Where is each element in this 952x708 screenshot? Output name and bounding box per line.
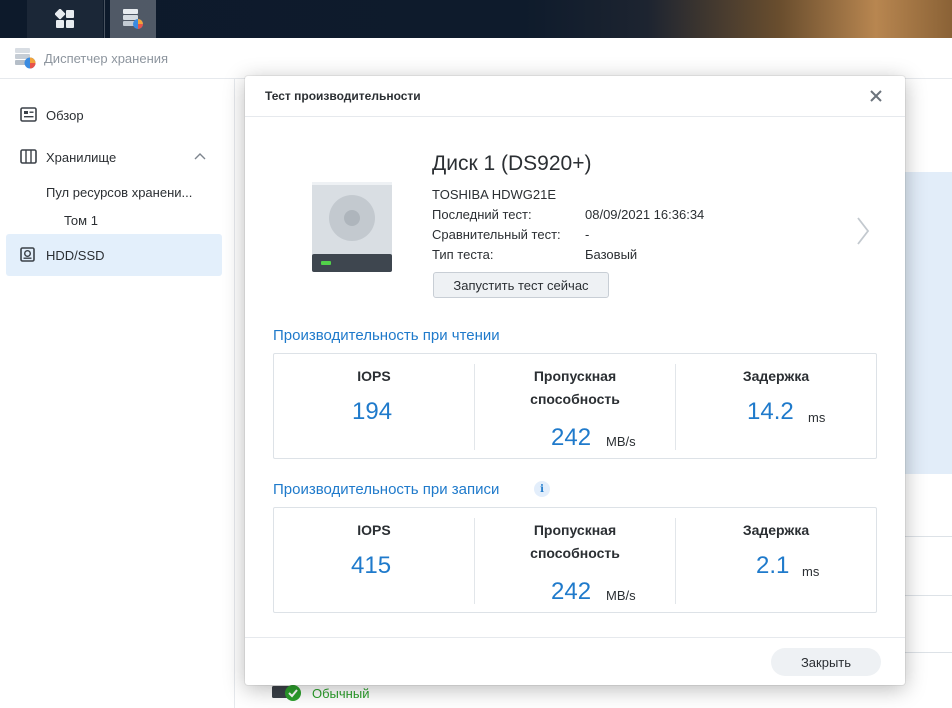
throughput-value: 242 xyxy=(551,578,592,605)
sidebar-item-volume[interactable]: Том 1 xyxy=(64,213,214,228)
iops-label: IOPS xyxy=(357,522,391,538)
app-titlebar: Диспетчер хранения xyxy=(0,38,952,79)
disk-status: Обычный xyxy=(272,684,369,702)
last-test-label: Последний тест: xyxy=(432,207,532,222)
sidebar-item-label: Обзор xyxy=(46,107,84,123)
storage-manager-taskbar-button[interactable] xyxy=(110,0,156,38)
read-throughput: Пропускная способность 242 MB/s xyxy=(475,354,675,458)
test-type-label: Тип теста: xyxy=(432,247,494,262)
throughput-value: 242 xyxy=(551,424,592,451)
chevron-up-icon[interactable] xyxy=(194,152,206,160)
sidebar-item-label: Хранилище xyxy=(46,149,117,165)
sidebar-item-overview[interactable]: Обзор xyxy=(6,95,222,135)
latency-label: Задержка xyxy=(742,368,810,384)
chevron-right-icon[interactable] xyxy=(855,216,871,246)
selected-disk-row[interactable] xyxy=(905,172,952,474)
throughput-unit: MB/s xyxy=(606,588,636,603)
latency-value: 2.1 xyxy=(756,552,790,579)
overview-icon xyxy=(20,107,37,122)
main-menu-button[interactable] xyxy=(27,0,103,38)
comparison-test-label: Сравнительный тест: xyxy=(432,227,561,242)
last-test-value: 08/09/2021 16:36:34 xyxy=(585,207,705,222)
hdd-icon xyxy=(20,247,35,262)
sidebar-item-storage[interactable]: Хранилище xyxy=(6,137,222,177)
close-button[interactable]: Закрыть xyxy=(771,648,881,676)
run-test-button[interactable]: Запустить тест сейчас xyxy=(433,272,609,298)
throughput-label-line2: способность xyxy=(530,545,620,561)
write-latency: Задержка 2.1 ms xyxy=(676,508,876,612)
dialog-title: Тест производительности xyxy=(265,89,421,103)
grid-icon xyxy=(55,9,74,28)
storage-manager-icon xyxy=(123,9,143,29)
dialog-header: Тест производительности xyxy=(245,76,905,117)
sidebar: Обзор Хранилище Пул ресурсов хранени... … xyxy=(0,79,232,708)
write-throughput: Пропускная способность 242 MB/s xyxy=(475,508,675,612)
sidebar-item-storage-pool[interactable]: Пул ресурсов хранени... xyxy=(46,185,216,200)
iops-value: 415 xyxy=(351,552,392,579)
status-text: Обычный xyxy=(312,685,370,701)
taskbar xyxy=(0,0,952,38)
row-divider xyxy=(905,595,952,596)
info-icon[interactable]: i xyxy=(534,481,550,497)
sidebar-item-label: HDD/SSD xyxy=(46,247,105,263)
performance-test-dialog: Тест производительности Диск 1 (DS920+) … xyxy=(245,76,905,685)
write-metrics-panel: IOPS 415 Пропускная способность 242 MB/s… xyxy=(273,507,877,613)
storage-icon xyxy=(20,149,37,164)
sidebar-item-hdd-ssd[interactable]: HDD/SSD xyxy=(6,234,222,276)
iops-value: 194 xyxy=(352,398,393,425)
read-metrics-panel: IOPS 194 Пропускная способность 242 MB/s… xyxy=(273,353,877,459)
app-title: Диспетчер хранения xyxy=(44,50,169,66)
write-performance-title: Производительность при записи xyxy=(273,481,500,498)
close-icon[interactable] xyxy=(867,87,885,105)
throughput-label-line2: способность xyxy=(530,391,620,407)
storage-manager-icon xyxy=(15,48,36,69)
healthy-disk-icon xyxy=(272,685,301,701)
read-performance-title: Производительность при чтении xyxy=(273,327,500,344)
latency-label: Задержка xyxy=(742,522,810,538)
hard-disk-icon xyxy=(312,182,392,272)
throughput-unit: MB/s xyxy=(606,434,636,449)
throughput-label: Пропускная xyxy=(533,368,617,384)
iops-label: IOPS xyxy=(357,368,391,384)
latency-unit: ms xyxy=(808,410,826,425)
throughput-label: Пропускная xyxy=(533,522,617,538)
dialog-footer: Закрыть xyxy=(245,637,905,686)
row-divider xyxy=(905,536,952,537)
row-divider xyxy=(905,652,952,653)
latency-value: 14.2 xyxy=(747,398,794,425)
read-iops: IOPS 194 xyxy=(274,354,474,458)
read-latency: Задержка 14.2 ms xyxy=(676,354,876,458)
test-type-value: Базовый xyxy=(585,247,638,262)
latency-unit: ms xyxy=(802,564,820,579)
taskbar-separator xyxy=(104,0,105,38)
write-iops: IOPS 415 xyxy=(274,508,474,612)
comparison-test-value: - xyxy=(585,227,590,242)
disk-name: Диск 1 (DS920+) xyxy=(432,152,592,175)
disk-model: TOSHIBA HDWG21E xyxy=(432,187,557,202)
